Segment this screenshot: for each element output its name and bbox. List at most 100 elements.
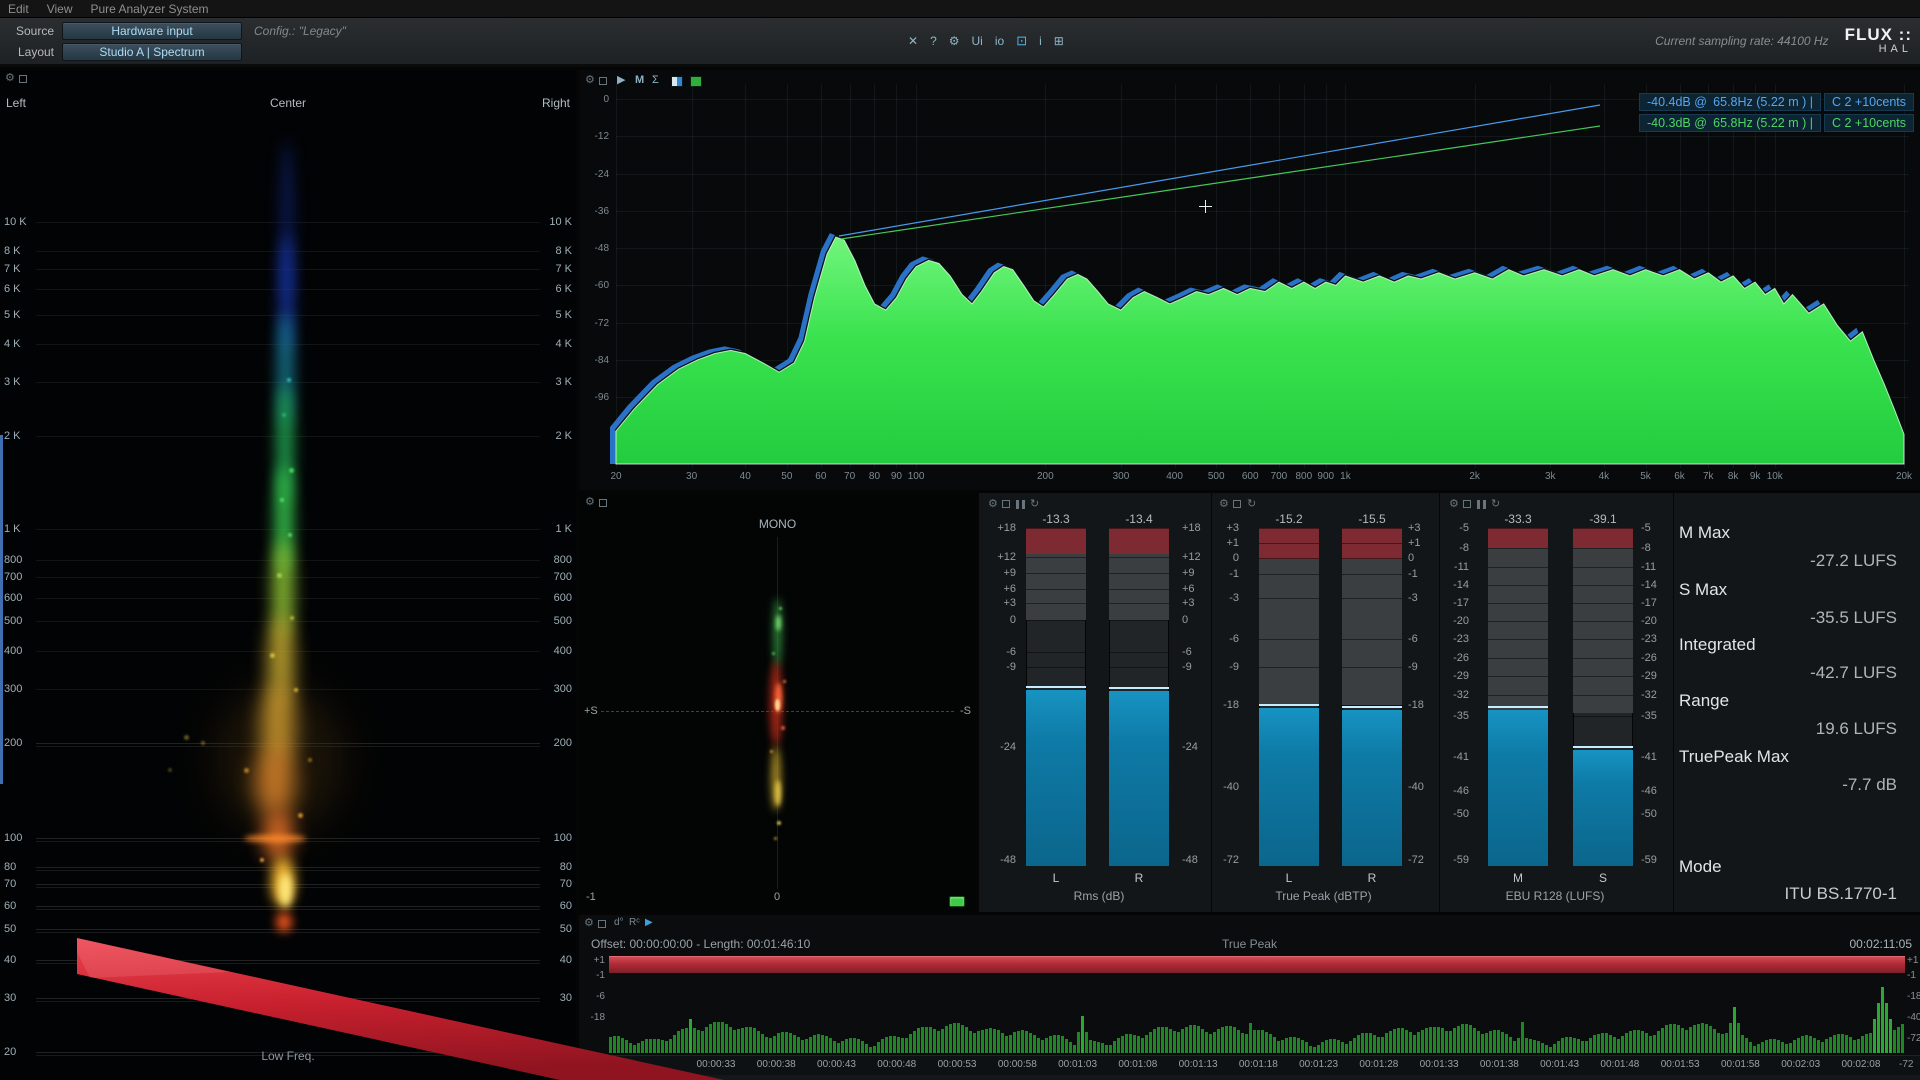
correlation-led[interactable]	[949, 896, 965, 907]
timeline-settings-icon[interactable]: ⚙	[584, 918, 594, 929]
meter-gridline	[1573, 548, 1633, 549]
meter-scale-label: +6	[1182, 584, 1206, 595]
spectrum-plot[interactable]	[579, 70, 1920, 490]
meter-scale-label: -18	[1215, 700, 1239, 711]
meter-expand-icon[interactable]	[1233, 500, 1241, 508]
info-icon[interactable]: i	[1039, 34, 1042, 48]
meter-peak-hold	[1488, 706, 1548, 708]
meter-scale-label: -5	[1641, 523, 1665, 534]
waveform-bar	[1885, 1003, 1888, 1053]
timeline-r-icon[interactable]: Rᶜ	[629, 918, 640, 928]
meter-gear-icon[interactable]: ⚙	[988, 499, 998, 510]
meter-scale-label: -72	[1408, 855, 1432, 866]
waveform-bar	[1273, 1037, 1276, 1053]
menu-view[interactable]: View	[47, 2, 73, 16]
spectrum-panel: ⚙▶MΣ203040506070809010020030040050060070…	[579, 70, 1920, 490]
stat-value: -42.7 LUFS	[1599, 663, 1897, 683]
waveform-bar	[981, 1030, 984, 1053]
source-row: Source Hardware input Config.: "Legacy"	[0, 21, 346, 41]
scroll-indicator[interactable]	[0, 435, 3, 784]
meter-refresh-icon[interactable]: ↻	[1030, 499, 1039, 510]
meter-gear-icon[interactable]: ⚙	[1449, 499, 1459, 510]
meter-scale-label: -35	[1445, 711, 1469, 722]
waveform-bar	[1641, 1031, 1644, 1053]
waveform-bar	[1593, 1035, 1596, 1053]
freq-gridline	[36, 932, 540, 933]
freq-tick-label: 500	[4, 616, 22, 627]
meter-scale-label: +1	[1215, 538, 1239, 549]
waveform-bar	[1781, 1042, 1784, 1053]
meter-refresh-icon[interactable]: ↻	[1247, 499, 1256, 510]
meter-scale-label: -48	[1182, 855, 1206, 866]
settings-icon[interactable]: ⚙	[949, 34, 960, 48]
meter-readout: -13.3	[1016, 512, 1096, 526]
help-icon[interactable]: ?	[930, 34, 937, 48]
time-tick-label: 00:01:33	[1411, 1060, 1467, 1070]
waveform-bar	[1529, 1039, 1532, 1053]
waveform-bar	[1185, 1027, 1188, 1053]
meter-gear-icon[interactable]: ⚙	[1219, 499, 1229, 510]
freq-tick-label: 300	[4, 684, 22, 695]
fullscreen-icon[interactable]: ⊡	[1016, 33, 1027, 49]
meter-scale-label: +9	[1182, 568, 1206, 579]
waveform-bar	[1897, 1027, 1900, 1053]
meter-expand-icon[interactable]	[1002, 500, 1010, 508]
spectrogram-settings-icon[interactable]: ⚙	[5, 73, 15, 84]
freq-tick-label: 80	[560, 862, 572, 873]
timeline-d-icon[interactable]: d°	[614, 918, 624, 928]
vectorscope-energy-blob	[775, 699, 780, 711]
waveform-bar	[1785, 1044, 1788, 1053]
waveform-bar	[805, 1039, 808, 1053]
waveform-bar	[1701, 1023, 1704, 1053]
meter-scale-label: 0	[1408, 553, 1432, 564]
meter-scale-label: -24	[992, 742, 1016, 753]
layout-label: Layout	[0, 45, 62, 59]
timeline-play-icon[interactable]: ▶	[645, 918, 653, 928]
waveform-bar	[1505, 1034, 1508, 1053]
waveform-bar	[881, 1039, 884, 1053]
layout-row: Layout Studio A | Spectrum	[0, 42, 242, 62]
close-icon[interactable]: ✕	[908, 34, 918, 48]
meter-gridline	[1342, 574, 1402, 575]
waveform-bar	[753, 1028, 756, 1053]
timeline-expand-icon[interactable]	[598, 920, 606, 928]
waveform-bar	[1321, 1042, 1324, 1053]
meter-refresh-icon[interactable]: ↻	[1491, 499, 1500, 510]
waveform-bar	[1553, 1044, 1556, 1053]
waveform-bar	[1165, 1027, 1168, 1053]
spectrogram-expand-icon[interactable]	[19, 75, 27, 83]
waveform-bar	[1745, 1038, 1748, 1053]
waveform-bar	[1881, 987, 1884, 1053]
waveform-bar	[1145, 1035, 1148, 1053]
spectrogram-energy-dot	[184, 735, 189, 740]
vectorscope-expand-icon[interactable]	[599, 499, 607, 507]
meter-gridline	[1259, 543, 1319, 544]
grid-icon[interactable]: ⊞	[1054, 34, 1064, 48]
waveform-bar	[997, 1030, 1000, 1053]
ui-toggle[interactable]: Ui	[972, 34, 983, 48]
meter-peak-hold	[1342, 706, 1402, 708]
waveform-bar	[1301, 1040, 1304, 1053]
freq-tick-label: 300	[554, 684, 572, 695]
meter-channel-label: R	[1109, 871, 1169, 885]
meter-gridline	[1109, 589, 1169, 590]
menu-edit[interactable]: Edit	[8, 2, 29, 16]
io-toggle[interactable]: io	[995, 34, 1004, 48]
freq-tick-label: 1 K	[555, 524, 572, 535]
meter-pause-icon[interactable]	[1016, 500, 1025, 509]
waveform-bar	[1241, 1033, 1244, 1053]
source-button[interactable]: Hardware input	[62, 22, 242, 40]
meter-pause-icon[interactable]	[1477, 500, 1486, 509]
waveform-bar	[1613, 1037, 1616, 1053]
waveform-bar	[1041, 1040, 1044, 1053]
waveform-bar	[1841, 1034, 1844, 1053]
waveform-bar	[1329, 1039, 1332, 1053]
waveform-bar	[1681, 1028, 1684, 1053]
meter-expand-icon[interactable]	[1463, 500, 1471, 508]
layout-button[interactable]: Studio A | Spectrum	[62, 43, 242, 61]
menu-pure-analyzer-system[interactable]: Pure Analyzer System	[90, 2, 208, 16]
timeline-scale-label: -1	[1907, 971, 1920, 981]
waveform-bar	[1825, 1039, 1828, 1053]
meter-scale-label: 0	[1215, 553, 1239, 564]
vectorscope-settings-icon[interactable]: ⚙	[585, 497, 595, 508]
